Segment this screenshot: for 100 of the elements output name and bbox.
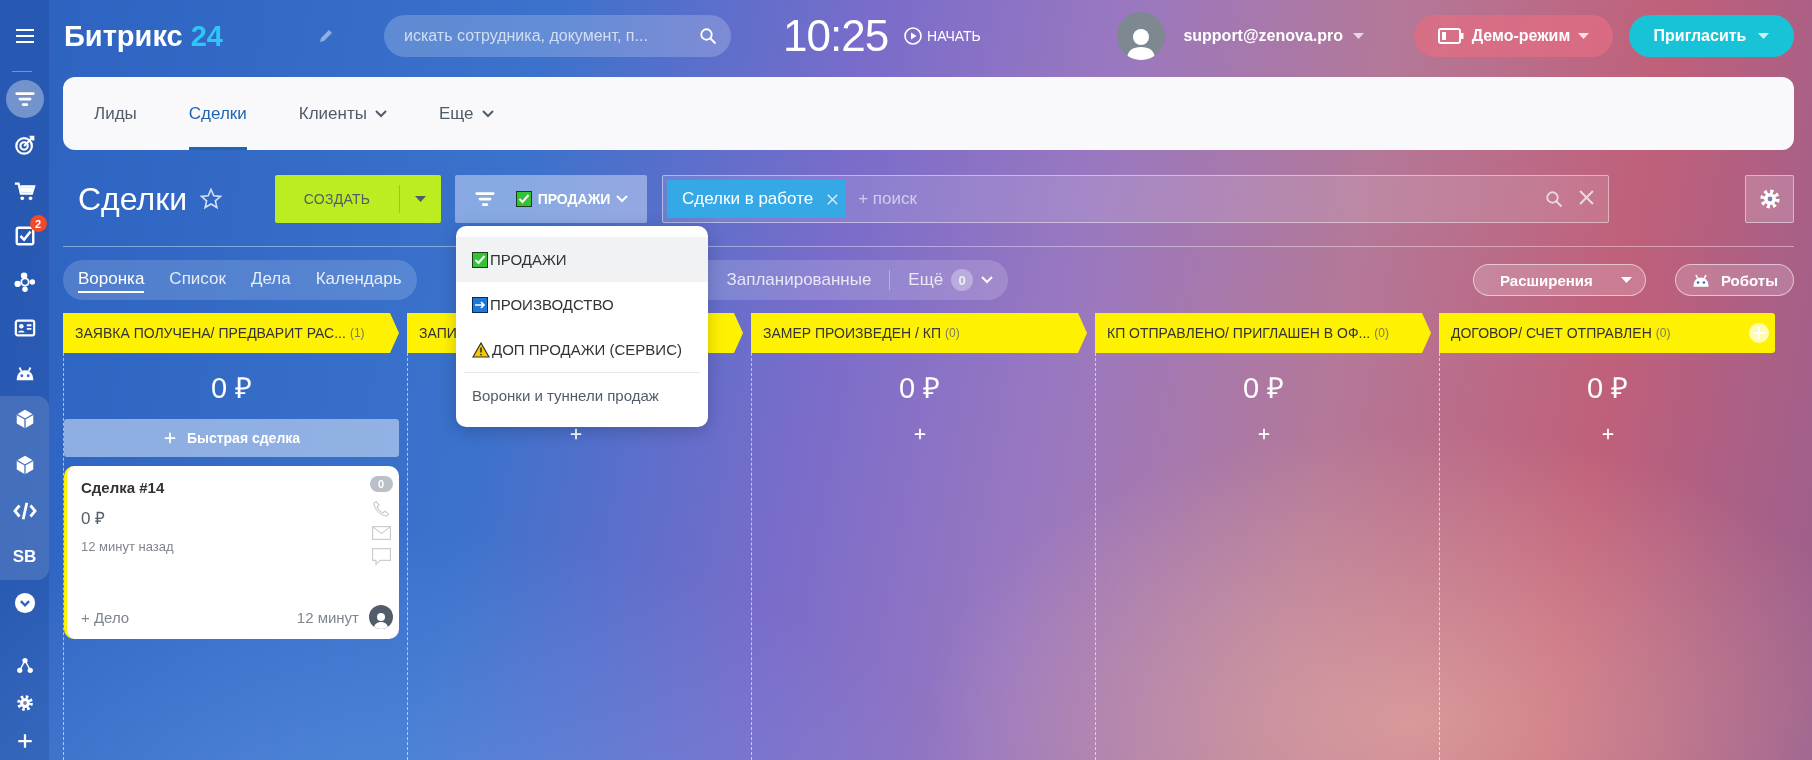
checkmark-icon xyxy=(515,191,532,207)
chevron-icon xyxy=(374,109,387,118)
caret-icon xyxy=(1620,276,1632,284)
view-tab[interactable]: Воронка xyxy=(78,267,145,293)
stage-count: (0) xyxy=(1655,326,1671,340)
sidebar-item[interactable] xyxy=(5,80,44,119)
nav-tab[interactable]: Лиды xyxy=(94,77,137,150)
nodes-icon xyxy=(13,271,36,294)
view-tab[interactable]: Календарь xyxy=(315,267,402,293)
add-deal-button[interactable] xyxy=(568,427,583,441)
settings-icon xyxy=(15,694,34,712)
target-icon xyxy=(13,134,36,157)
add-activity-link[interactable]: + Дело xyxy=(81,608,130,626)
plus-icon xyxy=(1256,427,1271,441)
caret-icon xyxy=(1353,32,1364,40)
filter-search-field[interactable]: Сделки в работе + поиск xyxy=(662,175,1609,223)
caret-icon xyxy=(1758,32,1770,40)
star-icon[interactable] xyxy=(199,187,224,211)
stage-count: (0) xyxy=(1374,326,1389,340)
activity-counter: 0 xyxy=(369,476,393,492)
search-input[interactable]: + поиск xyxy=(856,188,1535,210)
pipeline-dropdown[interactable]: ПРОДАЖИ xyxy=(455,175,647,223)
view-tab[interactable]: Дела xyxy=(250,267,291,293)
user-avatar[interactable] xyxy=(369,605,393,629)
logo: Битрикс 24 xyxy=(63,19,224,53)
checkmark-icon xyxy=(472,251,488,268)
nav-tab[interactable]: Еще xyxy=(438,77,494,150)
stage-total: 0 ₽ xyxy=(210,370,253,406)
menu-link[interactable]: Воронки и туннели продаж xyxy=(456,373,708,418)
counter-filter[interactable]: Запланированные xyxy=(726,270,872,290)
chevron-icon xyxy=(981,276,994,284)
stage-title: ДОГОВОР/ СЧЕТ ОТПРАВЛЕН xyxy=(1451,325,1652,341)
deal-amount: 0 ₽ xyxy=(81,508,107,529)
sidebar-item[interactable]: SB xyxy=(5,538,44,577)
stage-total: 0 ₽ xyxy=(898,370,941,406)
deal-card[interactable]: Сделка #14 0 ₽ 12 минут назад 0 + Дело 12 минут xyxy=(64,466,399,639)
caret-icon xyxy=(1578,32,1590,40)
create-button[interactable]: СОЗДАТЬ xyxy=(275,175,441,223)
caret-icon xyxy=(415,195,426,203)
demo-mode-button[interactable]: Демо-режим xyxy=(1414,15,1613,57)
last-activity-time: 12 минут xyxy=(296,608,359,626)
quick-deal-button[interactable]: Быстрая сделка xyxy=(64,419,399,457)
start-button[interactable]: НАЧАТЬ xyxy=(904,27,981,45)
counter-badge: 0 xyxy=(951,269,974,291)
menu-item[interactable]: ПРОИЗВОДСТВО xyxy=(456,282,708,327)
clock-time: 10:25 xyxy=(783,11,889,61)
remove-icon xyxy=(827,193,839,205)
plus-icon xyxy=(15,732,34,750)
plus-icon xyxy=(912,427,927,441)
person-icon xyxy=(374,611,388,629)
person-icon xyxy=(1127,26,1156,60)
stage-title: ЗАМЕР ПРОИЗВЕДЕН / КП xyxy=(763,325,941,341)
deal-date: 12 минут назад xyxy=(81,539,175,554)
user-avatar[interactable] xyxy=(1117,12,1166,60)
warning-icon xyxy=(472,341,490,358)
deal-title[interactable]: Сделка #14 xyxy=(81,479,369,496)
sidebar-item[interactable]: 2 xyxy=(5,217,44,256)
search-icon xyxy=(699,27,717,45)
chevron-icon xyxy=(616,195,629,203)
extensions-button[interactable]: Расширения xyxy=(1473,264,1646,296)
user-menu[interactable]: support@zenova.pro xyxy=(1183,27,1364,45)
robots-button[interactable]: Роботы xyxy=(1675,264,1794,296)
plus-icon xyxy=(162,431,177,445)
arrow-right-icon xyxy=(472,296,488,313)
stage-header[interactable]: ДОГОВОР/ СЧЕТ ОТПРАВЛЕН (0) xyxy=(1439,313,1775,353)
menu-item[interactable]: ПРОДАЖИ xyxy=(456,237,708,282)
stage-title: ЗАПИ xyxy=(419,325,457,341)
stage-header[interactable]: КП ОТПРАВЛЕНО/ ПРИГЛАШЕН В ОФ... (0) xyxy=(1095,313,1431,353)
stage-total: 0 ₽ xyxy=(1586,370,1629,406)
plus-icon xyxy=(568,427,583,441)
chevron-icon xyxy=(481,109,494,118)
add-deal-button[interactable] xyxy=(1600,427,1615,441)
nav-tab[interactable]: Клиенты xyxy=(298,77,387,150)
stage-header[interactable]: ЗАЯВКА ПОЛУЧЕНА/ ПРЕДВАРИТ РАС... (1) xyxy=(63,313,399,353)
stage-count: (1) xyxy=(349,326,365,340)
clear-icon xyxy=(1579,190,1594,205)
more-button[interactable] xyxy=(13,592,36,615)
settings-button[interactable] xyxy=(1745,175,1794,223)
counter-filter[interactable]: Ещё 0 xyxy=(908,269,994,291)
task-icon xyxy=(13,225,36,248)
search-icon xyxy=(1545,190,1563,208)
filter-tag[interactable]: Сделки в работе xyxy=(667,180,847,218)
menu-button[interactable] xyxy=(14,27,35,44)
stage-total: 0 ₽ xyxy=(1242,370,1285,406)
notification-badge: 2 xyxy=(29,215,47,233)
chevron-down-icon xyxy=(13,592,36,615)
view-tab[interactable]: Список xyxy=(169,267,226,293)
stage-header[interactable]: ЗАМЕР ПРОИЗВЕДЕН / КП (0) xyxy=(751,313,1087,353)
nav-tab[interactable]: Сделки xyxy=(188,77,247,150)
add-deal-button[interactable] xyxy=(912,427,927,441)
page-title: Сделки xyxy=(78,180,188,218)
network-icon xyxy=(15,656,34,674)
menu-item[interactable]: ДОП ПРОДАЖИ (СЕРВИС) xyxy=(456,327,708,372)
menu-icon xyxy=(14,27,35,44)
stage-title: ЗАЯВКА ПОЛУЧЕНА/ ПРЕДВАРИТ РАС... xyxy=(75,325,346,341)
add-deal-button[interactable] xyxy=(1256,427,1271,441)
invite-button[interactable]: Пригласить xyxy=(1629,15,1794,57)
settings-icon xyxy=(1758,188,1781,210)
plus-icon xyxy=(1600,427,1615,441)
battery-icon xyxy=(1437,28,1464,44)
